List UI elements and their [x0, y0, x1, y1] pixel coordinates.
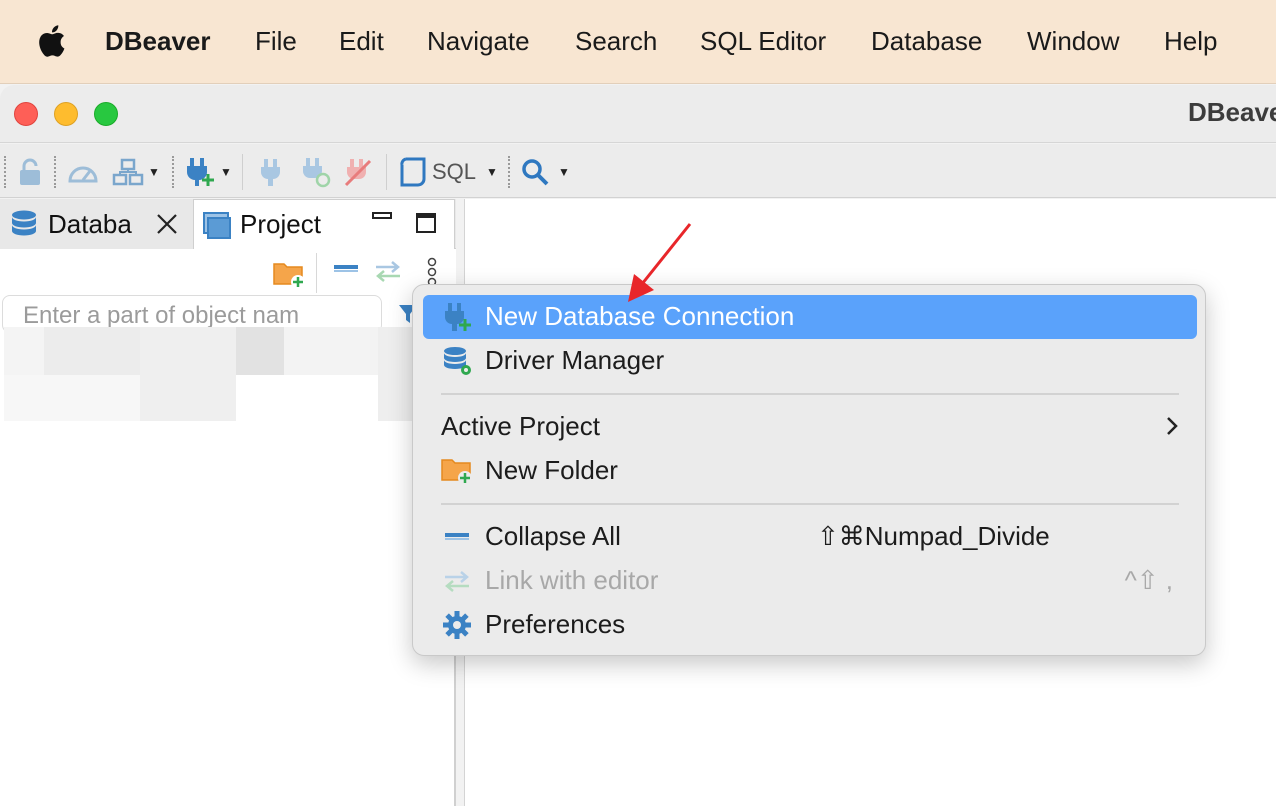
plug-add-icon [187, 158, 214, 186]
menu-file[interactable]: File [255, 24, 297, 58]
menu-item-link-with-editor[interactable]: Link with editor ^⇧ , [423, 559, 1197, 603]
search-icon [522, 159, 549, 186]
search-toolbar-button[interactable]: ▼ [520, 156, 570, 188]
menu-separator [441, 393, 1179, 395]
menu-item-label: Driver Manager [485, 345, 665, 375]
menu-item-preferences[interactable]: Preferences [423, 603, 1197, 647]
menu-item-label: New Folder [485, 455, 618, 485]
database-navigator-panel: Databa Project Enter a part of object na… [0, 199, 456, 806]
menu-item-new-database-connection[interactable]: New Database Connection [423, 295, 1197, 339]
menu-item-label: Collapse All [485, 521, 621, 551]
minimize-window-button[interactable] [54, 102, 78, 126]
filter-placeholder: Enter a part of object nam [23, 302, 300, 329]
menu-item-shortcut: ⇧⌘Numpad_Divide [817, 521, 1050, 551]
reconnect-button[interactable] [300, 156, 332, 188]
menu-search[interactable]: Search [575, 24, 657, 58]
link-arrows-icon [376, 261, 400, 282]
dashboard-button[interactable] [66, 156, 100, 188]
apple-logo-icon[interactable] [36, 24, 66, 58]
menu-help[interactable]: Help [1164, 24, 1217, 58]
database-icon [8, 208, 40, 240]
annotation-arrow-icon [628, 223, 692, 302]
menu-item-shortcut: ^⇧ , [1124, 565, 1173, 595]
chevron-down-icon[interactable]: ▼ [220, 165, 232, 179]
toolbar-grip [4, 156, 6, 188]
redacted-area [4, 375, 140, 421]
gauge-icon [68, 166, 98, 183]
plug-icon [261, 159, 280, 186]
tree-structure-icon [112, 158, 144, 186]
navigator-toolbar [0, 249, 456, 295]
menu-item-collapse-all[interactable]: Collapse All ⇧⌘Numpad_Divide [423, 515, 1197, 559]
lock-icon [20, 158, 40, 185]
menu-item-active-project[interactable]: Active Project [423, 405, 1197, 449]
minimize-panel-icon[interactable] [372, 209, 392, 229]
new-folder-toolbar-button[interactable] [272, 259, 306, 289]
menu-item-label: Preferences [485, 609, 626, 639]
menu-edit[interactable]: Edit [339, 24, 384, 58]
close-icon[interactable] [156, 209, 178, 239]
redacted-area [236, 327, 284, 375]
tab-project-label: Project [240, 209, 321, 239]
menu-window[interactable]: Window [1027, 24, 1119, 58]
menu-item-label: Link with editor [485, 565, 659, 595]
toolbar-separator [172, 156, 174, 188]
chevron-right-icon [1167, 417, 1178, 435]
window-title: DBeave [1188, 97, 1276, 127]
menu-item-new-folder[interactable]: New Folder [423, 449, 1197, 493]
tab-database-label: Databa [48, 208, 132, 239]
redacted-area [140, 327, 236, 421]
toolbar-separator [386, 154, 387, 190]
toolbar-separator [316, 253, 317, 293]
link-editor-toolbar-button[interactable] [372, 259, 404, 283]
connect-button[interactable] [258, 156, 284, 188]
link-arrows-icon [441, 566, 473, 596]
menu-separator [441, 503, 1179, 505]
sql-script-icon [400, 157, 426, 187]
redacted-area [284, 327, 378, 375]
project-window-icon [202, 210, 232, 240]
panel-tab-strip: Databa Project [0, 199, 456, 249]
navigator-button[interactable]: ▼ [112, 156, 160, 188]
menu-item-label: Active Project [441, 411, 600, 441]
context-menu: New Database Connection Driver Manager A… [412, 284, 1206, 656]
redacted-area [4, 327, 44, 375]
menu-sql-editor[interactable]: SQL Editor [700, 24, 826, 58]
folder-add-icon [441, 456, 473, 486]
tab-database-navigator[interactable]: Databa [0, 199, 193, 249]
sql-editor-button[interactable]: SQL ▼ [398, 156, 498, 188]
close-window-button[interactable] [14, 102, 38, 126]
toolbar-separator [242, 154, 243, 190]
plug-refresh-icon [303, 158, 331, 188]
folder-add-icon [273, 263, 305, 289]
collapse-all-toolbar-button[interactable] [332, 263, 360, 275]
zoom-window-button[interactable] [94, 102, 118, 126]
gear-icon [441, 610, 473, 640]
toolbar-separator [54, 156, 56, 188]
collapse-icon [334, 265, 358, 272]
toolbar-separator [508, 156, 510, 188]
database-gear-icon [441, 346, 473, 376]
menu-item-driver-manager[interactable]: Driver Manager [423, 339, 1197, 383]
plug-disconnect-icon [344, 159, 372, 187]
chevron-down-icon[interactable]: ▼ [486, 165, 498, 179]
redacted-area [44, 327, 140, 375]
plug-add-icon [441, 302, 473, 332]
redacted-area [378, 327, 412, 421]
window-title-bar: DBeave [0, 85, 1276, 143]
disconnect-button[interactable] [344, 156, 372, 188]
menu-navigate[interactable]: Navigate [427, 24, 530, 58]
menu-database[interactable]: Database [871, 24, 982, 58]
maximize-panel-icon[interactable] [416, 213, 436, 233]
macos-menu-bar: DBeaver File Edit Navigate Search SQL Ed… [0, 0, 1276, 84]
sql-button-label: SQL [432, 159, 477, 184]
lock-button[interactable] [16, 156, 44, 188]
main-toolbar: ▼ ▼ SQL ▼ ▼ [0, 144, 1276, 198]
collapse-icon [441, 522, 473, 552]
new-connection-toolbar-button[interactable]: ▼ [184, 156, 232, 188]
chevron-down-icon[interactable]: ▼ [148, 165, 160, 179]
chevron-down-icon[interactable]: ▼ [558, 165, 570, 179]
menu-app-name[interactable]: DBeaver [105, 24, 211, 58]
